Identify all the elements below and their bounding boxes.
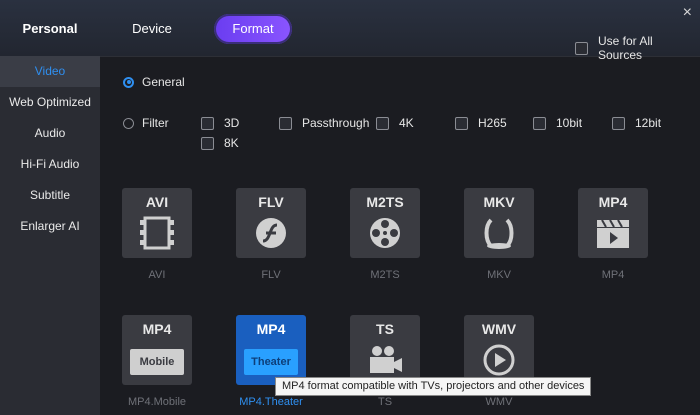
format-card-mp4-mobile[interactable]: MP4 Mobile	[122, 315, 192, 385]
format-title: M2TS	[366, 194, 404, 210]
format-title: TS	[376, 321, 394, 337]
play-circle-icon	[483, 344, 515, 376]
format-tooltip: MP4 format compatible with TVs, projecto…	[275, 377, 592, 396]
format-title: WMV	[481, 321, 517, 337]
format-label-mp4: MP4	[601, 269, 625, 281]
tab-format[interactable]: Format	[214, 14, 292, 44]
filter-option-12bit[interactable]: 12bit	[612, 116, 661, 130]
radio-selected-icon[interactable]	[123, 76, 134, 88]
checkbox-box[interactable]	[201, 136, 214, 150]
checkbox-box[interactable]	[201, 116, 214, 130]
option-label: H265	[478, 116, 507, 130]
sidebar-item-hifi-audio[interactable]: Hi-Fi Audio	[0, 149, 100, 180]
format-card-wmv[interactable]: WMV	[464, 315, 534, 385]
filter-radio[interactable]: Filter	[123, 116, 169, 130]
checkbox-box[interactable]	[575, 41, 588, 55]
option-label: Passthrough	[302, 116, 370, 130]
checkbox-box[interactable]	[533, 116, 546, 130]
filter-label: Filter	[142, 116, 169, 130]
filter-option-h265[interactable]: H265	[455, 116, 507, 130]
general-label: General	[142, 75, 185, 89]
format-title: MP4	[256, 321, 286, 337]
format-card-m2ts[interactable]: M2TS	[350, 188, 420, 258]
format-card-mp4-theater[interactable]: MP4 Theater	[236, 315, 306, 385]
top-bar: Personal Device Format × Use for All Sou…	[0, 0, 700, 62]
flash-icon	[256, 218, 286, 248]
mobile-badge: Mobile	[130, 349, 184, 375]
checkbox-box[interactable]	[279, 116, 292, 130]
format-card-mp4[interactable]: MP4	[578, 188, 648, 258]
format-card-mkv[interactable]: MKV	[464, 188, 534, 258]
format-label-flv: FLV	[261, 269, 281, 281]
filter-option-passthrough[interactable]: Passthrough	[279, 116, 369, 130]
filter-option-10bit[interactable]: 10bit	[533, 116, 582, 130]
radio-unselected-icon[interactable]	[123, 117, 134, 129]
format-label-mp4-mobile: MP4.Mobile	[127, 396, 187, 408]
category-sidebar: Video Web Optimized Audio Hi-Fi Audio Su…	[0, 56, 100, 415]
tab-device[interactable]: Device	[116, 14, 188, 44]
option-label: 4K	[399, 116, 414, 130]
checkbox-box[interactable]	[612, 116, 625, 130]
matroska-icon	[484, 218, 514, 249]
sidebar-item-subtitle[interactable]: Subtitle	[0, 180, 100, 211]
clapperboard-icon	[597, 219, 629, 248]
sidebar-item-video[interactable]: Video	[0, 56, 100, 87]
theater-badge: Theater	[244, 349, 298, 375]
checkbox-box[interactable]	[376, 116, 389, 130]
format-card-flv[interactable]: FLV	[236, 188, 306, 258]
format-title: AVI	[145, 194, 169, 210]
format-panel: General Filter 3D Passthrough 4K H265 10…	[100, 56, 700, 415]
option-label: 8K	[224, 136, 239, 150]
filter-option-4k[interactable]: 4K	[376, 116, 414, 130]
video-camera-icon	[370, 346, 402, 373]
option-label: 12bit	[635, 116, 662, 130]
format-label-ts: TS	[377, 396, 393, 408]
film-reel-icon	[370, 218, 400, 248]
format-label-m2ts: M2TS	[370, 269, 400, 281]
filter-option-3d[interactable]: 3D	[201, 116, 239, 130]
format-label-mp4-theater: MP4.Theater	[239, 396, 303, 408]
format-label-wmv: WMV	[485, 396, 513, 408]
sidebar-item-enlarger-ai[interactable]: Enlarger AI	[0, 211, 100, 242]
format-title: FLV	[258, 194, 284, 210]
format-card-ts[interactable]: TS	[350, 315, 420, 385]
option-label: 3D	[224, 116, 240, 130]
format-title: MP4	[142, 321, 172, 337]
filter-option-8k[interactable]: 8K	[201, 136, 239, 150]
format-label-avi: AVI	[148, 269, 166, 281]
close-icon[interactable]: ×	[683, 4, 692, 22]
format-card-avi[interactable]: AVI	[122, 188, 192, 258]
format-label-mkv: MKV	[487, 269, 511, 281]
format-title: MKV	[483, 194, 515, 210]
general-radio[interactable]: General	[123, 75, 185, 89]
sidebar-item-audio[interactable]: Audio	[0, 118, 100, 149]
tab-personal[interactable]: Personal	[8, 14, 92, 44]
checkbox-box[interactable]	[455, 116, 468, 130]
option-label: 10bit	[556, 116, 583, 130]
film-strip-icon	[140, 216, 174, 250]
sidebar-item-web-optimized[interactable]: Web Optimized	[0, 87, 100, 118]
format-title: MP4	[598, 194, 628, 210]
